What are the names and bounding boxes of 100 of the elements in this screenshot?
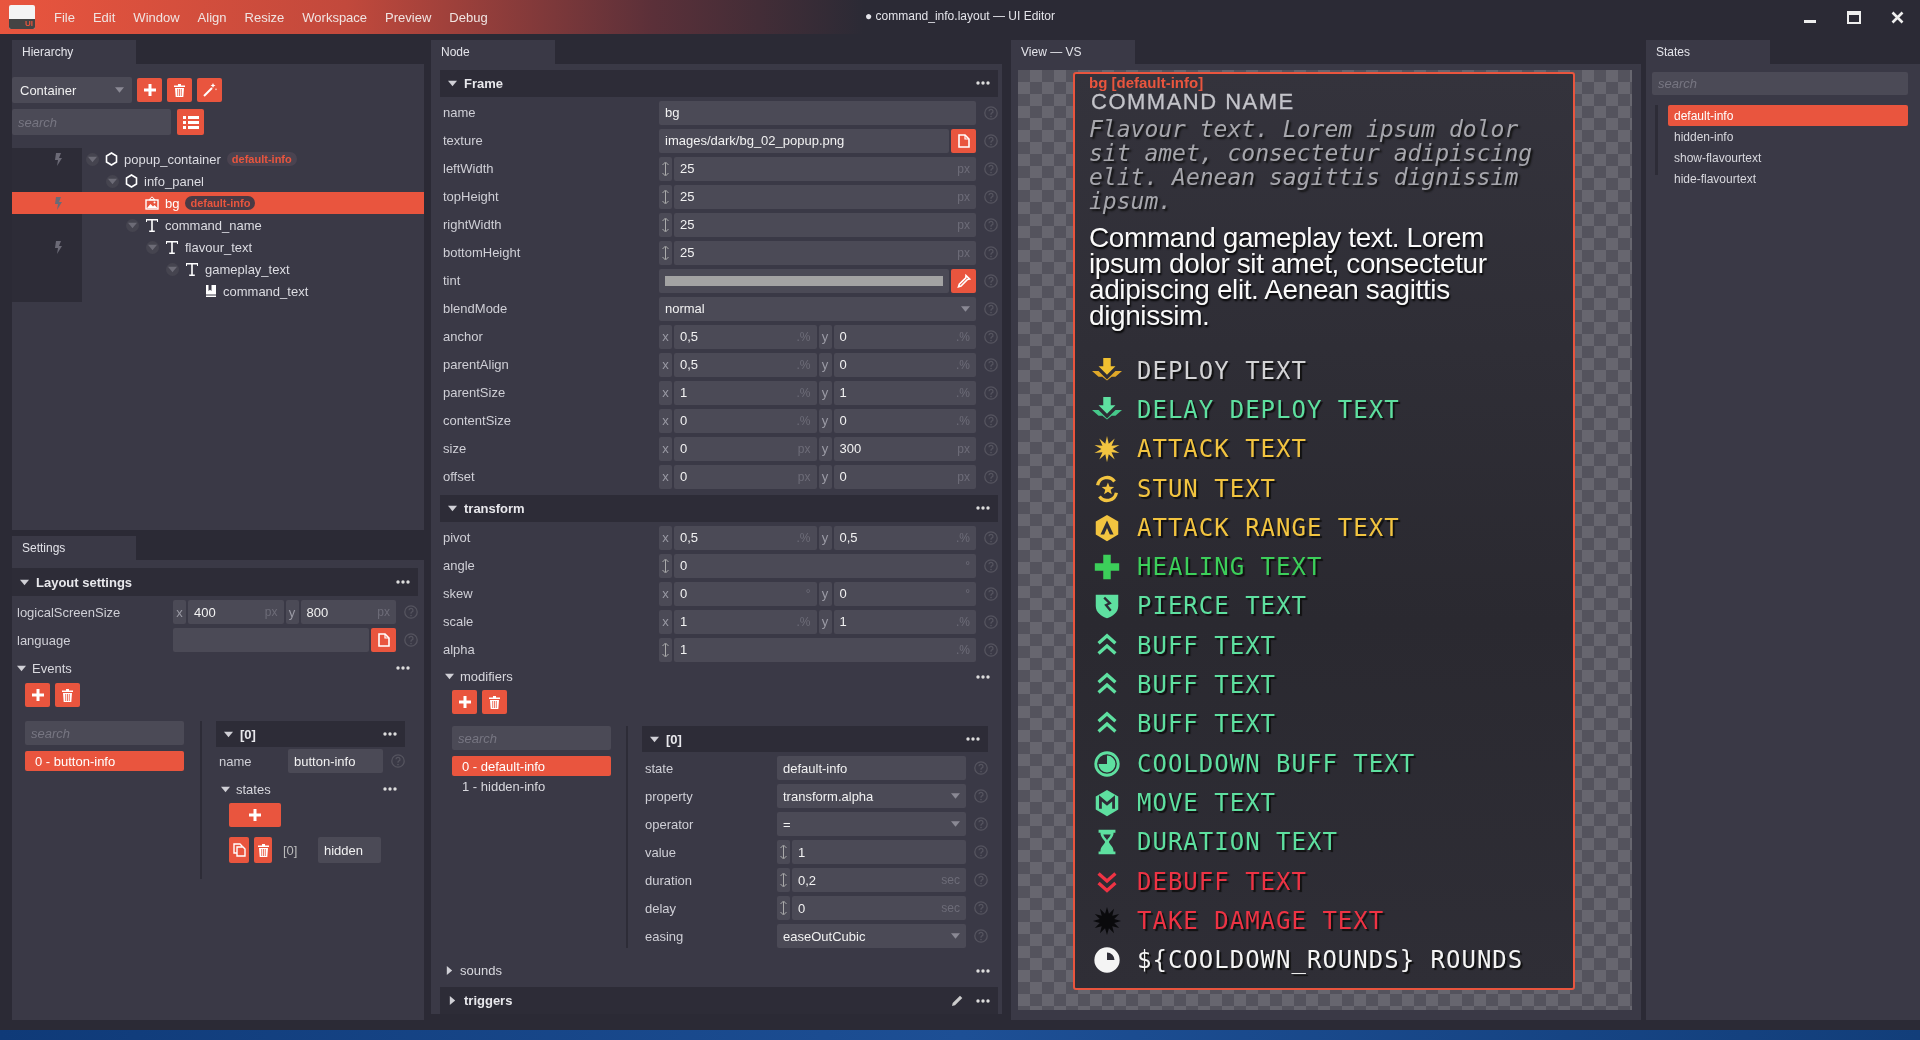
color-field[interactable] — [659, 268, 949, 293]
number-field[interactable]: 1 .% — [833, 380, 976, 405]
more-icon[interactable] — [383, 787, 397, 791]
caret-icon[interactable] — [17, 663, 26, 673]
caret-icon[interactable] — [448, 503, 457, 513]
more-icon[interactable] — [976, 506, 990, 511]
copy-button[interactable] — [229, 837, 249, 863]
menu-item[interactable]: Debug — [440, 9, 497, 25]
tree-item[interactable]: popup_container default-info — [12, 148, 424, 170]
number-field[interactable]: 0 .% — [674, 408, 817, 433]
number-field[interactable]: 0 ° — [833, 581, 976, 606]
list-button[interactable] — [177, 109, 204, 135]
state-item[interactable]: show-flavourtext — [1668, 147, 1908, 168]
list-item[interactable]: 0 - button-info — [25, 751, 184, 771]
drag-handle[interactable] — [659, 212, 672, 237]
drag-handle[interactable] — [777, 840, 790, 865]
more-icon[interactable] — [976, 998, 990, 1003]
number-field[interactable]: 0 .% — [833, 324, 976, 349]
menu-item[interactable]: Preview — [376, 9, 441, 25]
menu-item[interactable]: Align — [188, 9, 236, 25]
state-item[interactable]: hide-flavourtext — [1668, 168, 1908, 189]
number-field[interactable]: 0,5 .% — [674, 352, 817, 377]
menu-item[interactable]: Resize — [235, 9, 294, 25]
panel-tab[interactable]: Settings — [12, 536, 136, 560]
drag-handle[interactable] — [659, 553, 672, 578]
number-field[interactable]: 0,5 .% — [833, 525, 976, 550]
section-header[interactable]: Frame — [440, 70, 998, 97]
tree-item[interactable]: bg default-info — [12, 192, 424, 214]
delete-button[interactable] — [482, 690, 507, 715]
panel-tab[interactable]: States — [1646, 40, 1770, 64]
tree-item[interactable]: command_text — [12, 280, 424, 302]
drag-handle[interactable] — [659, 184, 672, 209]
more-icon[interactable] — [383, 732, 397, 736]
node-type-dropdown[interactable]: Container — [12, 77, 132, 103]
number-field[interactable]: 1 .% — [674, 609, 817, 634]
tree-item[interactable]: command_name — [12, 214, 424, 236]
caret-icon[interactable] — [448, 996, 457, 1006]
number-field[interactable]: 1 — [792, 840, 966, 865]
more-icon[interactable] — [396, 666, 410, 670]
more-icon[interactable] — [966, 737, 980, 742]
more-icon[interactable] — [976, 81, 990, 86]
number-field[interactable]: 0 .% — [833, 408, 976, 433]
tree-item[interactable]: gameplay_text — [12, 258, 424, 280]
dropdown[interactable]: = — [777, 812, 966, 837]
more-icon[interactable] — [976, 968, 990, 973]
panel-tab[interactable]: View — VS — [1011, 40, 1135, 64]
panel-tab[interactable]: Hierarchy — [12, 40, 136, 64]
caret-icon[interactable] — [221, 784, 230, 794]
panel-tab[interactable]: Node — [431, 40, 555, 64]
state-item[interactable]: hidden-info — [1668, 126, 1908, 147]
caret-icon[interactable] — [448, 78, 457, 88]
caret-icon[interactable] — [445, 672, 454, 682]
text-field[interactable]: bg — [659, 100, 976, 125]
number-field[interactable]: 0 ° — [674, 553, 976, 578]
caret-icon[interactable] — [224, 729, 233, 739]
section-header[interactable]: transform — [440, 494, 998, 522]
state-field[interactable]: hidden — [318, 837, 381, 863]
path-field[interactable]: images/dark/bg_02_popup.png — [659, 128, 949, 153]
browse-button[interactable] — [951, 128, 976, 153]
more-icon[interactable] — [396, 580, 410, 584]
text-field[interactable]: button-info — [288, 749, 383, 773]
number-field[interactable]: 1 .% — [674, 380, 817, 405]
tree-item[interactable]: flavour_text — [12, 236, 424, 258]
section-header[interactable]: triggers — [440, 987, 998, 1014]
popup-card[interactable] — [1073, 72, 1575, 990]
close-icon[interactable] — [1891, 10, 1904, 24]
menu-item[interactable]: Workspace — [293, 9, 377, 25]
property-label: blendMode — [442, 301, 509, 317]
dropdown[interactable]: easeOutCubic — [777, 924, 966, 949]
drag-handle[interactable] — [777, 896, 790, 921]
magic-button[interactable] — [197, 78, 222, 102]
drag-handle[interactable] — [777, 868, 790, 893]
section-header[interactable]: [0] — [642, 726, 988, 753]
drag-handle[interactable] — [659, 637, 672, 662]
list-item[interactable]: 0 - default-info — [452, 756, 611, 777]
pencil-icon[interactable] — [951, 994, 964, 1008]
number-field[interactable]: 0,5 .% — [674, 324, 817, 349]
caret-icon[interactable] — [650, 734, 659, 744]
list-item[interactable]: 1 - hidden-info — [452, 776, 611, 797]
section-header[interactable]: [0] — [216, 721, 405, 747]
number-field[interactable]: 0 ° — [674, 581, 817, 606]
state-item[interactable]: default-info — [1668, 105, 1908, 126]
section-header[interactable]: Layout settings — [12, 568, 418, 596]
caret-icon[interactable] — [445, 966, 454, 976]
drag-handle[interactable] — [659, 240, 672, 265]
text-field[interactable]: default-info — [777, 756, 966, 781]
number-field[interactable]: 0,5 .% — [674, 525, 817, 550]
eyedropper-button[interactable] — [951, 268, 976, 293]
number-field[interactable]: 1 .% — [674, 637, 976, 662]
drag-handle[interactable] — [659, 156, 672, 181]
maximize-icon[interactable] — [1847, 10, 1861, 24]
add-button[interactable] — [452, 690, 477, 715]
tree-item[interactable]: info_panel — [12, 170, 424, 192]
caret-icon[interactable] — [20, 577, 29, 587]
dropdown[interactable]: normal — [659, 296, 976, 321]
number-field[interactable]: 1 .% — [833, 609, 976, 634]
dropdown[interactable]: transform.alpha — [777, 784, 966, 809]
property-label: operator — [644, 816, 695, 832]
number-field[interactable]: 0 .% — [833, 352, 976, 377]
more-icon[interactable] — [976, 674, 990, 679]
